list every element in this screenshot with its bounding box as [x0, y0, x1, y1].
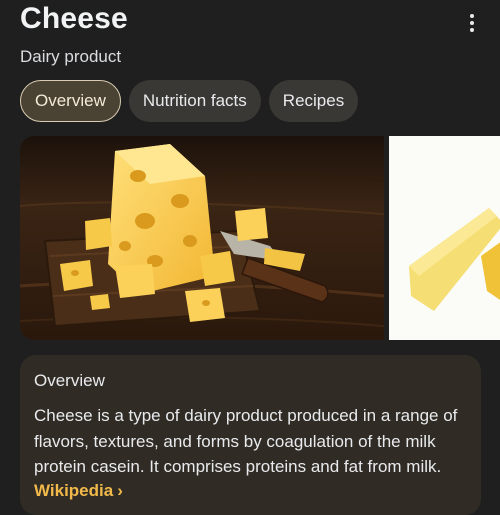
more-options-button[interactable] [462, 12, 482, 34]
image-carousel [20, 136, 500, 340]
page-title: Cheese [20, 2, 128, 35]
tab-recipes[interactable]: Recipes [268, 80, 359, 122]
cheese-board-image[interactable] [20, 136, 384, 340]
cheese-slices-image[interactable] [389, 136, 500, 340]
tab-overview[interactable]: Overview [20, 80, 121, 122]
tab-bar: Overview Nutrition facts Recipes [20, 80, 359, 122]
overview-description: Cheese is a type of dairy product produc… [34, 406, 458, 476]
overview-heading: Overview [34, 371, 105, 390]
entity-subtitle: Dairy product [20, 47, 122, 66]
overview-card: Overview Cheese is a type of dairy produ… [20, 355, 481, 515]
chevron-right-icon: › [117, 481, 123, 500]
source-link-label: Wikipedia [34, 481, 114, 500]
more-vert-icon [470, 14, 474, 32]
tab-nutrition-facts[interactable]: Nutrition facts [128, 80, 261, 122]
wikipedia-link[interactable]: Wikipedia › [34, 481, 123, 501]
